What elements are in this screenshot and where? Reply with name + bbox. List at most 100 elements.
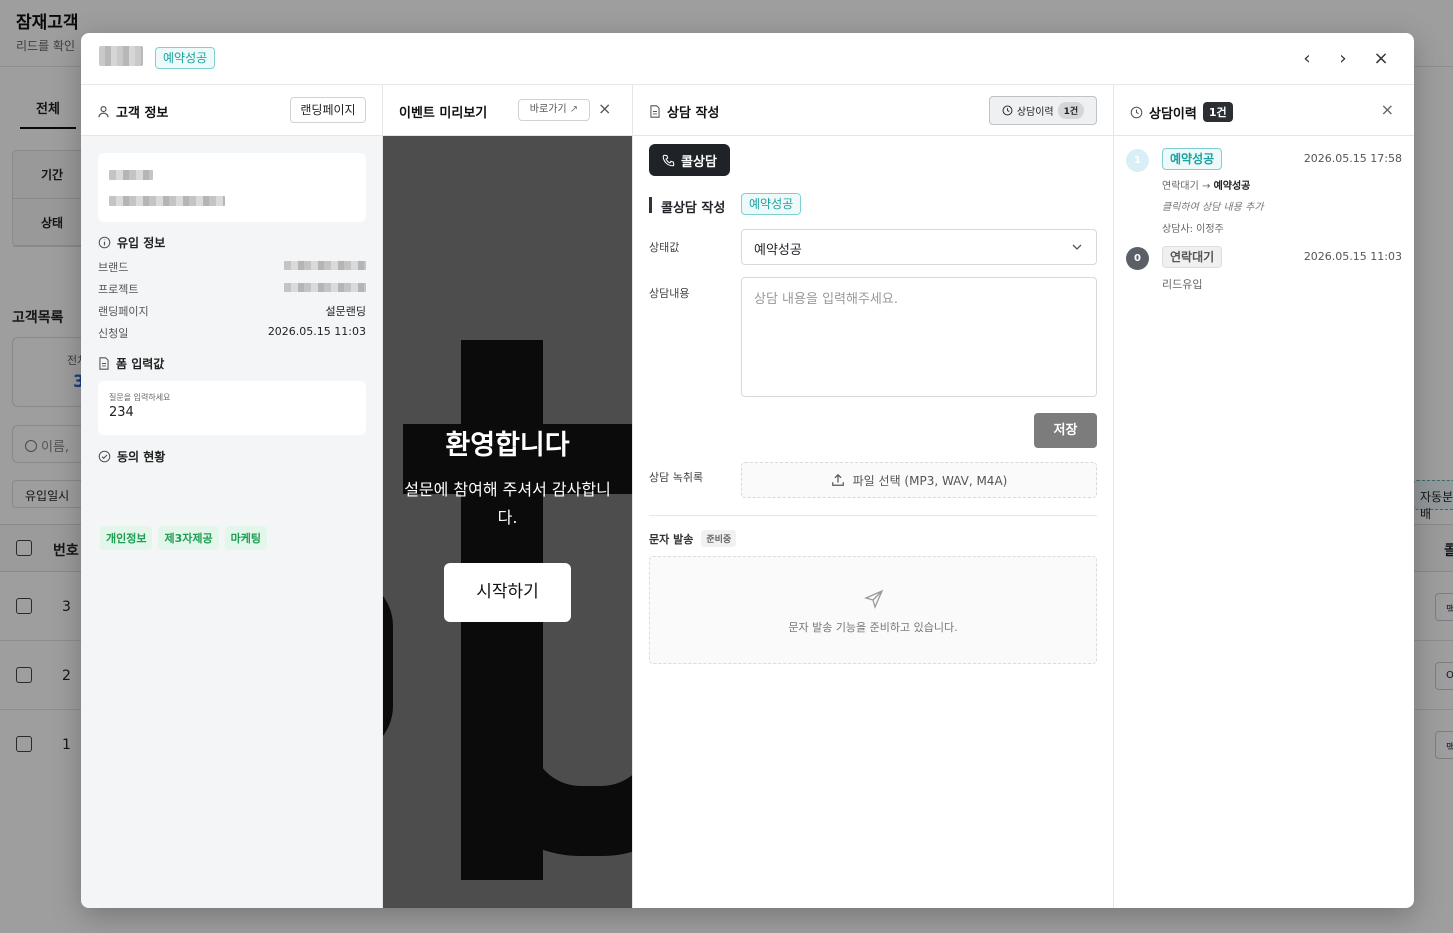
content-textarea[interactable]: 상담 내용을 입력해주세요. [741,277,1097,397]
document-icon [99,357,109,370]
file-select-label: 파일 선택 (MP3, WAV, M4A) [852,473,1008,488]
history-time: 2026.05.15 17:58 [1303,152,1402,165]
blurred-value [284,261,366,270]
history-toggle-button[interactable]: 상담이력 1건 [989,96,1097,125]
history-transition: 연락대기 → 예약성공 [1162,177,1250,192]
document-icon [650,105,660,118]
field-project: 프로젝트 [98,281,366,297]
modal-header: 예약성공 ‹ › × [81,33,1414,85]
history-badge: 연락대기 [1162,246,1223,268]
form-answer: 234 [109,405,134,420]
history-dot: 1 [1126,149,1149,172]
field-apply-date: 신청일 2026.05.15 11:03 [98,325,366,341]
status-select-value: 예약성공 [754,243,802,258]
section-marker [649,197,652,213]
landing-page-button[interactable]: 랜딩페이지 [290,97,366,123]
customer-info-title: 고객 정보 [116,106,169,121]
field-label: 브랜드 [98,261,129,274]
form-question: 질문을 입력하세요 [109,393,171,402]
sms-header: 문자 발송 준비중 [649,530,737,547]
lead-detail-modal: 예약성공 ‹ › × 고객 정보 랜딩페이지 유입 정보 브랜드 프로젝트 랜딩… [81,33,1414,908]
form-values-title-wrap: 폼 입력값 [98,355,164,372]
save-button[interactable]: 저장 [1034,413,1097,448]
sms-label: 문자 발송 [649,532,694,546]
record-label: 상담 녹취록 [649,471,704,484]
history-close-icon[interactable]: × [1381,100,1394,119]
field-value: 2026.05.15 11:03 [267,325,366,338]
history-dot: 0 [1126,247,1149,270]
history-desc: 리드유입 [1162,278,1203,291]
consent-tag-marketing: 마케팅 [224,526,267,550]
chevron-down-icon [1072,244,1082,250]
sms-tag: 준비중 [701,530,737,547]
preview-start-button[interactable]: 시작하기 [444,563,571,622]
blurred-name [109,170,153,180]
field-landing: 랜딩페이지 설문랜딩 [98,303,366,319]
consult-history-panel: 상담이력 1건 × 1 예약성공 2026.05.15 17:58 연락대기 →… [1114,85,1414,908]
call-consult-button[interactable]: 콜상담 [649,144,730,176]
go-to-button[interactable]: 바로가기 ↗ [518,99,590,121]
form-answer-card: 질문을 입력하세요 234 [98,381,366,435]
preview-welcome: 환영합니다 [445,430,570,461]
field-label: 신청일 [98,327,129,340]
customer-info-panel: 고객 정보 랜딩페이지 유입 정보 브랜드 프로젝트 랜딩페이지 설문랜딩 신청… [81,85,383,908]
history-item[interactable]: 0 연락대기 2026.05.15 11:03 리드유입 [1126,245,1402,295]
field-label: 랜딩페이지 [98,305,149,318]
consult-write-title-wrap: 상담 작성 [649,102,719,121]
event-preview-panel: 이벤트 미리보기 바로가기 ↗ × 환영합니다 설문에 참여해 주셔서 감사합니… [383,85,633,908]
preview-decor [383,576,393,756]
clock-icon [1130,106,1143,118]
next-button[interactable]: › [1331,49,1355,69]
event-preview-header: 이벤트 미리보기 바로가기 ↗ × [383,85,632,136]
consult-history-header: 상담이력 1건 × [1114,85,1414,136]
history-from: 연락대기 [1162,181,1199,192]
status-badge: 예약성공 [155,47,216,69]
field-brand: 브랜드 [98,259,366,275]
close-button[interactable]: × [1369,49,1393,69]
blurred-phone [109,196,225,206]
preview-desc: 설문에 참여해 주셔서 감사합니다. [404,480,611,527]
history-arrow: → [1202,181,1211,192]
status-label: 상태값 [649,241,680,254]
preview-close-icon[interactable]: × [598,99,611,118]
consent-tags: 개인정보 제3자제공 마케팅 [100,526,273,550]
consult-history-title: 상담이력 [1149,106,1197,122]
blurred-value [284,283,366,292]
event-preview-canvas: 환영합니다 설문에 참여해 주셔서 감사합니다. 시작하기 [383,136,632,908]
event-preview-title: 이벤트 미리보기 [399,106,488,121]
consent-title-wrap: 동의 현황 [98,448,165,465]
phone-icon [662,154,675,166]
sms-placeholder-box: 문자 발송 기능을 준비하고 있습니다. [649,556,1097,664]
consult-history-title-wrap: 상담이력 1건 [1130,102,1233,122]
section-status-badge: 예약성공 [741,193,802,215]
history-agent: 상담사: 이정주 [1162,224,1224,235]
history-toggle-label: 상담이력 [1016,107,1054,118]
history-note[interactable]: 클릭하여 상담 내용 추가 [1162,198,1264,213]
history-item[interactable]: 1 예약성공 2026.05.15 17:58 연락대기 → 예약성공 클릭하여… [1126,147,1402,237]
consent-tag-third-party: 제3자제공 [158,526,219,550]
consult-write-title: 상담 작성 [667,106,720,121]
form-values-title: 폼 입력값 [116,357,165,371]
history-to: 예약성공 [1213,181,1251,192]
user-icon [98,106,109,118]
upload-icon [831,473,844,486]
consent-title: 동의 현황 [117,450,166,464]
consent-tag-privacy: 개인정보 [100,526,153,550]
customer-info-header: 고객 정보 랜딩페이지 [81,85,382,136]
inflow-info-title: 유입 정보 [117,236,166,250]
status-select[interactable]: 예약성공 [741,229,1097,265]
external-link-icon: ↗ [569,104,579,115]
prev-button[interactable]: ‹ [1295,49,1319,69]
call-consult-label: 콜상담 [681,154,717,170]
customer-info-title-wrap: 고객 정보 [97,102,168,121]
history-time: 2026.05.15 11:03 [1303,250,1402,263]
file-select-button[interactable]: 파일 선택 (MP3, WAV, M4A) [741,462,1097,498]
clock-icon [1002,105,1013,116]
history-toggle-count: 1건 [1057,102,1085,119]
info-icon [98,236,111,249]
divider [649,515,1097,516]
customer-contact-card [98,153,366,222]
field-label: 프로젝트 [98,283,139,296]
consult-write-panel: 상담 작성 상담이력 1건 콜상담 콜상담 작성 예약성공 상태값 예약성공 상… [633,85,1114,908]
check-circle-icon [98,450,111,463]
